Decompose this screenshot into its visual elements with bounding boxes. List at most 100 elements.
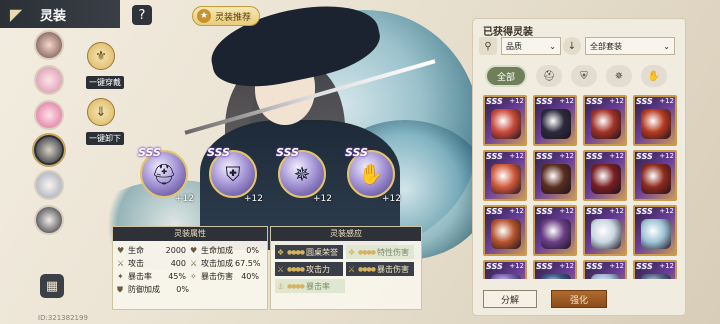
inventory-item[interactable]: SSS +12 <box>633 205 677 256</box>
resonance-label: 特性伤害 <box>376 247 409 257</box>
set-icon: ❖ <box>348 247 356 257</box>
rank-badge: SSS <box>586 97 603 106</box>
set-dropdown[interactable]: 全部套装 ⌄ <box>585 37 675 55</box>
avatar[interactable] <box>34 100 64 130</box>
resonance-set[interactable]: ❖ ●●●● 特性伤害 <box>346 245 414 259</box>
stat-name: 生命加成 <box>201 246 233 255</box>
inventory-item[interactable]: SSS +12 <box>583 205 627 256</box>
filter-icon[interactable]: ⚲ <box>479 37 497 55</box>
shield-icon: ⛊ <box>117 285 123 294</box>
back-arrow-icon[interactable]: ◤ <box>0 0 32 28</box>
level-badge: +12 <box>559 97 574 105</box>
equipment-art <box>541 164 571 194</box>
equipment-art <box>641 274 671 279</box>
accessory-category-icon[interactable]: ✵ <box>606 65 632 87</box>
equip-slot-armor[interactable]: ⛨ SSS +12 <box>207 146 263 208</box>
inventory-item[interactable]: SSS +12 <box>583 150 627 201</box>
level-badge: +12 <box>609 262 624 270</box>
rank-badge: SSS <box>586 207 603 216</box>
enhance-button[interactable]: 强化 <box>551 290 607 308</box>
inventory-item[interactable]: SSS +12 <box>533 205 577 256</box>
rank-badge: SSS <box>276 146 299 159</box>
set-icon: ❖ <box>277 247 285 257</box>
level-badge: +12 <box>509 152 524 160</box>
level-badge: +12 <box>244 194 263 204</box>
level-badge: +12 <box>609 97 624 105</box>
character-list <box>34 30 68 240</box>
level-badge: +12 <box>609 207 624 215</box>
stats-header: 灵装属性 <box>113 227 267 241</box>
decompose-button[interactable]: 分解 <box>483 290 537 308</box>
glove-category-icon[interactable]: ✋ <box>641 65 667 87</box>
avatar[interactable] <box>34 65 64 95</box>
level-badge: +12 <box>659 152 674 160</box>
stat-name: 生命 <box>128 246 144 255</box>
level-badge: +12 <box>559 262 574 270</box>
one-key-equip-button[interactable]: ⚜ 一键穿戴 <box>86 42 124 89</box>
rank-badge: SSS <box>486 152 503 161</box>
resonance-header: 灵装感应 <box>271 227 421 241</box>
sort-order-icon[interactable]: ↓ <box>563 37 581 55</box>
resonance-set[interactable]: ⚓ ●●●● 暴击率 <box>275 279 345 293</box>
question-icon[interactable]: ? <box>132 5 152 25</box>
equipment-art <box>591 164 621 194</box>
inventory-item[interactable]: SSS +12 <box>583 95 627 146</box>
anchor-icon: ⚓ <box>277 281 285 291</box>
inventory-item[interactable]: SSS +12 <box>483 205 527 256</box>
inventory-item[interactable]: SSS +12 <box>483 150 527 201</box>
stat-name: 攻击加成 <box>201 259 233 268</box>
armor-category-icon[interactable]: ⛨ <box>571 65 597 87</box>
resonance-set[interactable]: ⚔ ●●●● 暴击伤害 <box>346 262 414 276</box>
inventory-item[interactable]: SSS +12 <box>633 150 677 201</box>
avatar[interactable] <box>34 205 64 235</box>
level-badge: +12 <box>659 97 674 105</box>
equipment-art <box>591 109 621 139</box>
rank-badge: SSS <box>138 146 161 159</box>
equip-slot-helmet[interactable]: ⛑ SSS +12 <box>138 146 194 208</box>
inventory-item[interactable]: SSS +12 <box>533 95 577 146</box>
inventory-item[interactable]: SSS +12 <box>533 260 577 279</box>
level-badge: +12 <box>509 207 524 215</box>
stat-value: 2000 <box>165 246 186 255</box>
set-label: 全部套装 <box>590 41 622 51</box>
avatar[interactable] <box>34 170 64 200</box>
resonance-label: 暴击伤害 <box>376 264 409 274</box>
recommend-button[interactable]: ★ 灵装推荐 <box>192 6 261 26</box>
avatar[interactable] <box>34 135 64 165</box>
equip-slot-accessory[interactable]: ✵ SSS +12 <box>276 146 332 208</box>
inventory-item[interactable]: SSS +12 <box>483 260 527 279</box>
one-key-unequip-button[interactable]: ⇓ 一键卸下 <box>86 98 124 145</box>
inventory-item[interactable]: SSS +12 <box>483 95 527 146</box>
resonance-set[interactable]: ⚔ ●●●● 攻击力 <box>275 262 343 276</box>
heart-plus-icon: ♥ <box>190 246 198 255</box>
one-key-equip-label: 一键穿戴 <box>86 76 124 89</box>
resonance-set[interactable]: ❖ ●●●● 圆桌荣誉 <box>275 245 343 259</box>
level-badge: +12 <box>559 207 574 215</box>
quality-dropdown[interactable]: 品质 ⌄ <box>501 37 561 55</box>
sword-icon: ⚔ <box>117 259 125 268</box>
top-bar: ◤ 灵装 <box>0 0 120 28</box>
grid-menu-icon[interactable]: ▦ <box>40 274 64 298</box>
inventory-item[interactable]: SSS +12 <box>633 260 677 279</box>
rank-badge: SSS <box>586 262 603 271</box>
crit-icon: ✦ <box>117 272 124 281</box>
helmet-category-icon[interactable]: ⛑ <box>536 65 562 87</box>
page-title: 灵装 <box>40 8 67 24</box>
equip-slot-gloves[interactable]: ✋ SSS +12 <box>345 146 401 208</box>
equipment-art <box>591 274 621 279</box>
rank-badge: SSS <box>586 152 603 161</box>
inventory-item[interactable]: SSS +12 <box>633 95 677 146</box>
sword-plus-icon: ⚔ <box>190 259 198 268</box>
stat-value: 0% <box>176 285 189 294</box>
recommend-label: 灵装推荐 <box>215 12 252 23</box>
rank-badge: SSS <box>345 146 368 159</box>
level-badge: +12 <box>609 152 624 160</box>
tab-all[interactable]: 全部 <box>485 65 527 87</box>
chevron-down-icon: ⌄ <box>549 41 556 51</box>
inventory-item[interactable]: SSS +12 <box>533 150 577 201</box>
sword-icon: ⚔ <box>277 264 285 274</box>
equipment-art <box>491 274 521 279</box>
resonance-label: 圆桌荣誉 <box>305 247 338 257</box>
avatar[interactable] <box>34 30 64 60</box>
inventory-item[interactable]: SSS +12 <box>583 260 627 279</box>
